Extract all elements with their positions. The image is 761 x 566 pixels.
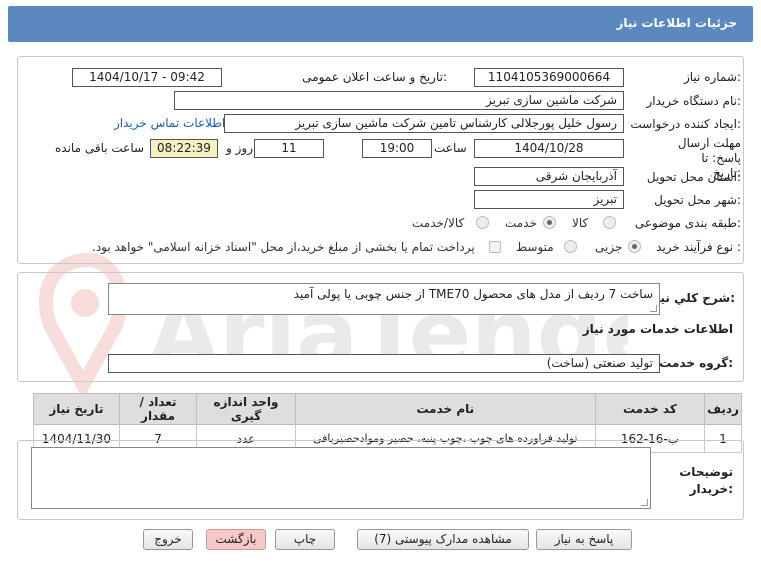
- col-need-date: تاریخ نیاز: [33, 393, 120, 425]
- need-number-label: شماره نیاز:: [683, 70, 741, 84]
- col-unit: واحد اندازه گیری: [196, 393, 296, 425]
- reply-button[interactable]: پاسخ به نیاز: [536, 529, 632, 550]
- treasury-payment-checkbox[interactable]: [489, 241, 501, 253]
- city-field[interactable]: تبریز: [474, 190, 624, 209]
- details-panel: [17, 56, 744, 264]
- province-field[interactable]: آذربایجان شرقی: [474, 167, 624, 186]
- buyer-notes-label: توضیحات خریدار:: [679, 465, 733, 496]
- table-header-row: تاریخ نیاز تعداد / مقدار واحد اندازه گیر…: [33, 393, 742, 425]
- back-button[interactable]: بازگشت: [206, 529, 266, 550]
- category-goods-radio[interactable]: [603, 216, 616, 229]
- process-minor-label: جزیی: [595, 240, 623, 254]
- contact-info-link[interactable]: اطلاعات تماس خریدار: [114, 116, 225, 130]
- category-service-label: خدمت: [505, 216, 537, 230]
- remaining-time-field: 08:22:39: [150, 139, 218, 158]
- services-section-title: اطلاعات خدمات مورد نیاز: [582, 322, 733, 336]
- deadline-date-field[interactable]: 1404/10/28: [474, 139, 624, 158]
- announce-label: تاریخ و ساعت اعلان عمومی:: [302, 70, 447, 84]
- need-number-field[interactable]: 1104105369000664: [474, 68, 624, 87]
- view-attachments-button[interactable]: مشاهده مدارک پیوستی (7): [357, 529, 529, 550]
- deadline-time-field[interactable]: 19:00: [362, 139, 432, 158]
- title-bar-strip: جزئیات اطلاعات نیاز: [8, 6, 753, 42]
- province-label: استان محل تحویل:: [646, 170, 741, 184]
- summary-label: شرح کلي نياز:: [649, 291, 735, 305]
- process-medium-radio[interactable]: [564, 240, 577, 253]
- col-quantity: تعداد / مقدار: [118, 393, 198, 425]
- col-row: ردیف: [704, 393, 742, 425]
- buyer-org-field[interactable]: شرکت ماشین سازی تبریز: [174, 91, 624, 110]
- service-group-field[interactable]: تولید صنعتی (ساخت): [108, 354, 660, 373]
- city-label: شهر محل تحویل:: [654, 193, 741, 207]
- category-goods-service-radio[interactable]: [476, 216, 489, 229]
- col-service-name: نام خدمت: [294, 393, 596, 425]
- category-goods-label: کالا: [572, 216, 589, 230]
- announce-field[interactable]: 1404/10/17 - 09:42: [72, 68, 222, 87]
- col-service-code: کد خدمت: [594, 393, 706, 425]
- page-title: جزئیات اطلاعات نیاز: [616, 16, 737, 30]
- category-label: طبقه بندی موضوعی:: [634, 216, 741, 230]
- process-medium-label: متوسط: [516, 240, 554, 254]
- creator-label: ایجاد کننده درخواست:: [630, 117, 741, 131]
- category-service-radio[interactable]: [543, 216, 556, 229]
- days-remaining-field[interactable]: 11: [254, 139, 324, 158]
- remaining-label: ساعت باقی مانده: [55, 141, 145, 155]
- print-button[interactable]: چاپ: [275, 529, 335, 550]
- buyer-org-label: نام دستگاه خریدار:: [646, 94, 742, 108]
- service-group-label: گروه خدمت:: [659, 356, 733, 370]
- exit-button[interactable]: خروج: [143, 529, 193, 550]
- days-label: روز و: [226, 141, 253, 155]
- category-goods-service-label: کالا/خدمت: [412, 216, 465, 230]
- treasury-payment-note: پرداخت تمام یا بخشی از مبلغ خرید،از محل …: [92, 240, 475, 254]
- process-label: نوع فرآیند خرید :: [656, 240, 741, 254]
- buyer-notes-textarea[interactable]: [31, 447, 651, 509]
- process-minor-radio[interactable]: [628, 240, 641, 253]
- deadline-time-label: ساعت: [434, 141, 467, 155]
- summary-textarea[interactable]: ساخت 7 ردیف از مدل های محصول TME70 از جن…: [108, 283, 660, 315]
- title-bar: جزئیات اطلاعات نیاز: [0, 0, 761, 46]
- creator-field[interactable]: رسول خلیل پورجلالی کارشناس تامین شرکت ما…: [224, 114, 624, 133]
